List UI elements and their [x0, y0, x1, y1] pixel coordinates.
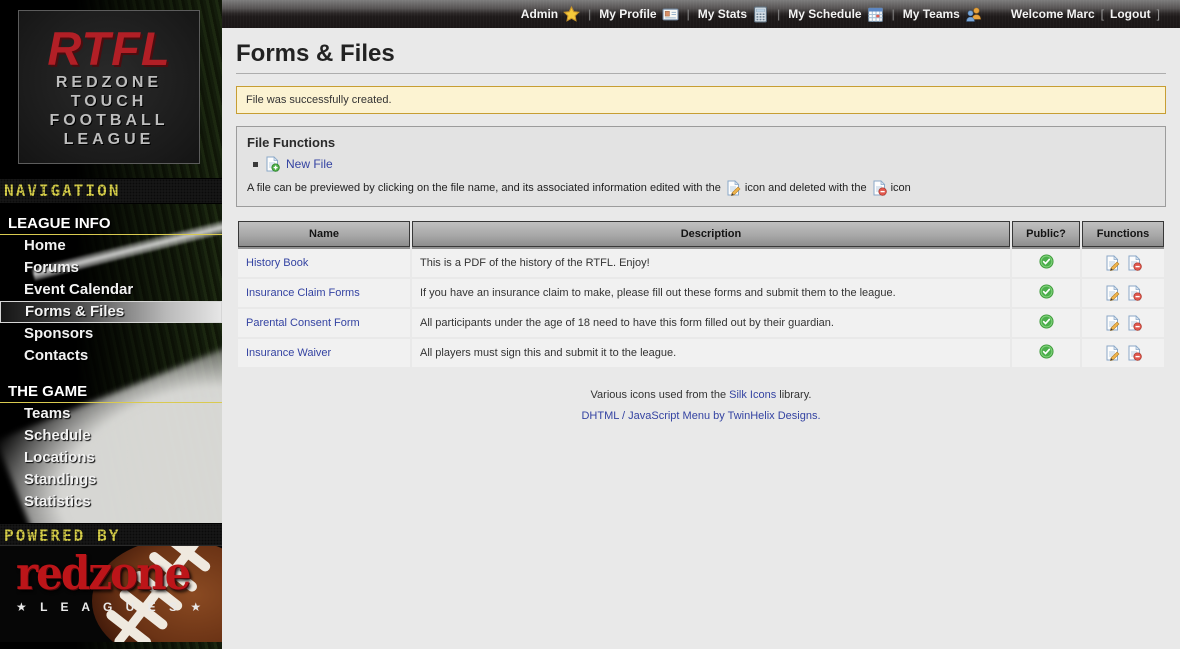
sidebar-item-schedule[interactable]: Schedule [0, 425, 222, 447]
file-name-link[interactable]: Insurance Waiver [246, 347, 331, 359]
file-description: If you have an insurance claim to make, … [412, 279, 1010, 307]
table-row: Insurance Waiver All players must sign t… [238, 339, 1164, 367]
logout-bracket: [ [1101, 7, 1104, 21]
help-text: icon and deleted with the [745, 182, 867, 194]
delete-file-icon[interactable] [1126, 255, 1142, 271]
file-description: This is a PDF of the history of the RTFL… [412, 249, 1010, 277]
topbar-my-profile-label: My Profile [599, 7, 656, 21]
topbar-admin[interactable]: Admin [521, 6, 580, 23]
topbar-my-profile[interactable]: My Profile [599, 6, 678, 23]
calendar-icon [867, 6, 884, 23]
edit-file-icon[interactable] [1104, 285, 1120, 301]
twinhelix-credit-link[interactable]: DHTML / JavaScript Menu by TwinHelix Des… [581, 410, 820, 422]
new-file-link[interactable]: New File [286, 157, 333, 171]
icons-credit-text: library. [779, 389, 811, 401]
logo-acronym: RTFL [19, 25, 199, 73]
title-divider [236, 73, 1166, 74]
logo-line: REDZONE [19, 73, 199, 92]
sidebar-item-sponsors[interactable]: Sponsors [0, 323, 222, 345]
edit-file-icon[interactable] [1104, 345, 1120, 361]
file-functions-panel: File Functions New File A file can be pr… [236, 126, 1166, 207]
logo-line: TOUCH [19, 92, 199, 111]
sidebar-item-forums[interactable]: Forums [0, 257, 222, 279]
file-description: All players must sign this and submit it… [412, 339, 1010, 367]
sidebar: RTFL REDZONE TOUCH FOOTBALL LEAGUE NAVIG… [0, 0, 222, 649]
topbar-my-schedule-label: My Schedule [788, 7, 861, 21]
public-tick-icon [1039, 284, 1054, 299]
page-title: Forms & Files [236, 40, 1166, 68]
public-tick-icon [1039, 344, 1054, 359]
delete-file-icon[interactable] [1126, 285, 1142, 301]
topbar-admin-label: Admin [521, 7, 558, 21]
sidebar-item-locations[interactable]: Locations [0, 447, 222, 469]
topbar-my-schedule[interactable]: My Schedule [788, 6, 883, 23]
file-functions-help: A file can be previewed by clicking on t… [247, 180, 1155, 196]
navigation-band: NAVIGATION [0, 178, 222, 204]
list-bullet [253, 162, 258, 167]
vcard-icon [662, 6, 679, 23]
redzone-leagues-text: ★ L E A G U E S ★ [16, 600, 206, 614]
public-tick-icon [1039, 254, 1054, 269]
sidebar-nav: LEAGUE INFO Home Forums Event Calendar F… [0, 206, 222, 513]
logout-link[interactable]: Logout [1110, 7, 1151, 21]
separator: | [892, 7, 895, 21]
main-content: Forms & Files File was successfully crea… [222, 28, 1180, 649]
help-text: icon [891, 182, 911, 194]
page-add-icon [264, 156, 280, 172]
edit-file-icon[interactable] [1104, 255, 1120, 271]
table-row: Parental Consent Form All participants u… [238, 309, 1164, 337]
file-name-link[interactable]: Insurance Claim Forms [246, 287, 360, 299]
nav-section-the-game: THE GAME [0, 380, 222, 403]
topbar: Admin | My Profile | My Stats | My Sched… [222, 0, 1180, 28]
page-delete-icon[interactable] [871, 180, 887, 196]
public-tick-icon [1039, 314, 1054, 329]
sidebar-item-contacts[interactable]: Contacts [0, 345, 222, 367]
topbar-my-teams-label: My Teams [903, 7, 960, 21]
topbar-my-stats-label: My Stats [698, 7, 747, 21]
separator: | [588, 7, 591, 21]
sidebar-item-statistics[interactable]: Statistics [0, 491, 222, 513]
flash-message: File was successfully created. [236, 86, 1166, 114]
nav-section-league-info: LEAGUE INFO [0, 212, 222, 235]
league-logo: RTFL REDZONE TOUCH FOOTBALL LEAGUE [18, 10, 200, 164]
calculator-icon [752, 6, 769, 23]
edit-file-icon[interactable] [1104, 315, 1120, 331]
separator: | [687, 7, 690, 21]
file-description: All participants under the age of 18 nee… [412, 309, 1010, 337]
redzone-leagues-logo: redzone ★ L E A G U E S ★ [0, 545, 222, 642]
files-table: Name Description Public? Functions Histo… [236, 219, 1166, 369]
delete-file-icon[interactable] [1126, 315, 1142, 331]
sidebar-item-home[interactable]: Home [0, 235, 222, 257]
separator: | [777, 7, 780, 21]
welcome-text: Welcome Marc [1011, 7, 1095, 21]
table-header-row: Name Description Public? Functions [238, 221, 1164, 247]
header-description: Description [412, 221, 1010, 247]
file-functions-title: File Functions [247, 135, 1155, 150]
group-icon [965, 6, 983, 23]
silk-icons-link[interactable]: Silk Icons [729, 389, 776, 401]
logo-line: LEAGUE [19, 130, 199, 149]
table-row: History Book This is a PDF of the histor… [238, 249, 1164, 277]
table-row: Insurance Claim Forms If you have an ins… [238, 279, 1164, 307]
header-public: Public? [1012, 221, 1080, 247]
redzone-wordmark: redzone [16, 550, 189, 598]
logo-line: FOOTBALL [19, 111, 199, 130]
header-name: Name [238, 221, 410, 247]
topbar-my-teams[interactable]: My Teams [903, 6, 983, 23]
topbar-my-stats[interactable]: My Stats [698, 6, 769, 23]
file-name-link[interactable]: Parental Consent Form [246, 317, 360, 329]
help-text: A file can be previewed by clicking on t… [247, 182, 721, 194]
page-edit-icon[interactable] [725, 180, 741, 196]
sidebar-item-standings[interactable]: Standings [0, 469, 222, 491]
page-credits: Various icons used from the Silk Icons l… [236, 385, 1166, 427]
delete-file-icon[interactable] [1126, 345, 1142, 361]
logout-bracket: ] [1157, 7, 1160, 21]
sidebar-item-event-calendar[interactable]: Event Calendar [0, 279, 222, 301]
sidebar-item-teams[interactable]: Teams [0, 403, 222, 425]
sidebar-item-forms-files[interactable]: Forms & Files [0, 301, 222, 323]
icons-credit-text: Various icons used from the [591, 389, 727, 401]
header-functions: Functions [1082, 221, 1164, 247]
star-icon [563, 6, 580, 23]
file-name-link[interactable]: History Book [246, 257, 308, 269]
